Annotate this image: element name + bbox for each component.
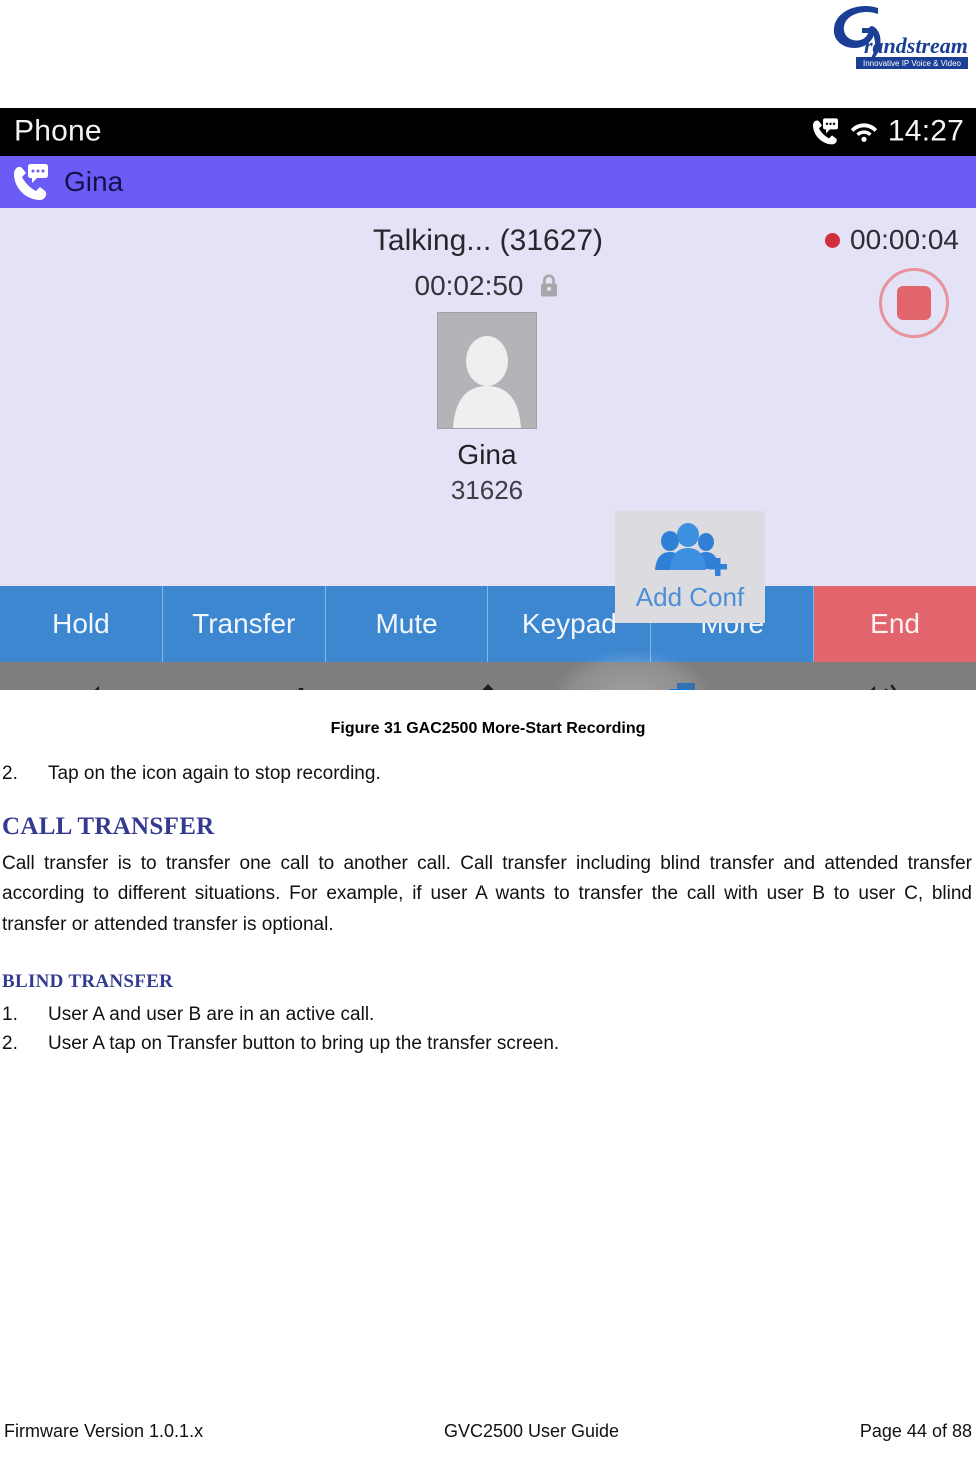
lock-icon [540,274,557,297]
svg-text:Innovative IP Voice & Video: Innovative IP Voice & Video [863,59,962,68]
recording-timer: 00:00:04 [825,224,959,256]
heading-call-transfer: CALL TRANSFER [2,812,215,840]
grandstream-logo-icon: randstream Innovative IP Voice & Video [833,6,968,69]
person-avatar-icon [453,336,521,428]
add-people-icon [655,522,727,576]
participant-number: 31626 [450,475,524,505]
call-duration-row: 00:02:50 [0,270,976,302]
call-participant[interactable]: Gina 31626 [437,312,537,506]
volume-up-icon [870,684,897,690]
status-bar-indicators: 14:27 [810,114,964,148]
missed-call-icon [812,118,838,145]
wifi-icon [850,123,877,142]
transfer-button[interactable]: Transfer [162,586,326,662]
stop-recording-icon [897,286,931,320]
device-screenshot: Phone 14:27 Gina Talking... (31627) 00:0… [0,108,976,690]
status-bar: Phone 14:27 [0,108,976,156]
footer-page-number: Page 44 of 88 [859,1421,972,1441]
status-bar-clock: 14:27 [887,114,964,148]
volume-down-icon [94,686,99,690]
step-stop-recording: 2. Tap on the icon again to stop recordi… [2,762,972,787]
nav-recent-apps-button[interactable] [643,679,723,690]
recent-apps-icon [670,683,696,690]
call-action-bar: Hold Transfer Mute Keypad More End [0,586,976,662]
blind-step-2: 2. User A tap on Transfer button to brin… [2,1032,972,1057]
recording-dot-icon [825,232,840,248]
nav-volume-down-button[interactable] [58,680,138,690]
figure-caption: Figure 31 GAC2500 More-Start Recording [330,720,646,737]
footer-firmware-version: Firmware Version 1.0.1.x [4,1421,204,1441]
step-text: Tap on the icon again to stop recording. [48,763,381,784]
step-text: User A and user B are in an active call. [48,1003,375,1025]
stop-recording-button[interactable] [879,268,949,338]
blind-step-1: 1. User A and user B are in an active ca… [2,1003,972,1028]
svg-text:randstream: randstream [864,33,968,58]
footer-document-title: GVC2500 User Guide [443,1421,620,1441]
add-conf-button[interactable]: Add Conf [615,511,765,623]
document-body: 2. Tap on the icon again to stop recordi… [2,762,972,1060]
nav-home-button[interactable] [448,679,528,690]
active-call-bar[interactable]: Gina [0,156,976,208]
back-icon [298,688,303,690]
page-header: randstream Innovative IP Voice & Video [0,0,976,96]
call-body: Talking... (31627) 00:02:50 Gina 31626 A… [0,208,976,623]
nav-volume-up-button[interactable] [838,680,918,690]
hold-button[interactable]: Hold [0,586,163,662]
step-text: User A tap on Transfer button to bring u… [48,1032,560,1054]
system-nav-bar [0,650,976,690]
step-number: 1. [2,1003,18,1025]
end-button[interactable]: End [814,586,976,662]
status-bar-title: Phone [14,114,102,148]
recording-elapsed: 00:00:04 [850,224,959,255]
participant-name: Gina [457,439,517,470]
paragraph-call-transfer: Call transfer is to transfer one call to… [2,852,972,936]
grandstream-logo: randstream Innovative IP Voice & Video [820,2,970,76]
call-message-icon [14,164,48,200]
step-number: 2. [2,763,18,784]
heading-blind-transfer: BLIND TRANSFER [2,970,174,992]
call-duration: 00:02:50 [414,270,524,301]
avatar [437,312,537,429]
call-bar-contact-name: Gina [64,166,124,197]
home-icon [482,684,494,690]
nav-back-button[interactable] [253,680,333,690]
step-number: 2. [2,1032,18,1054]
page-footer: Firmware Version 1.0.1.x GVC2500 User Gu… [0,1421,976,1442]
mute-button[interactable]: Mute [325,586,489,662]
add-conf-label: Add Conf [635,581,745,612]
